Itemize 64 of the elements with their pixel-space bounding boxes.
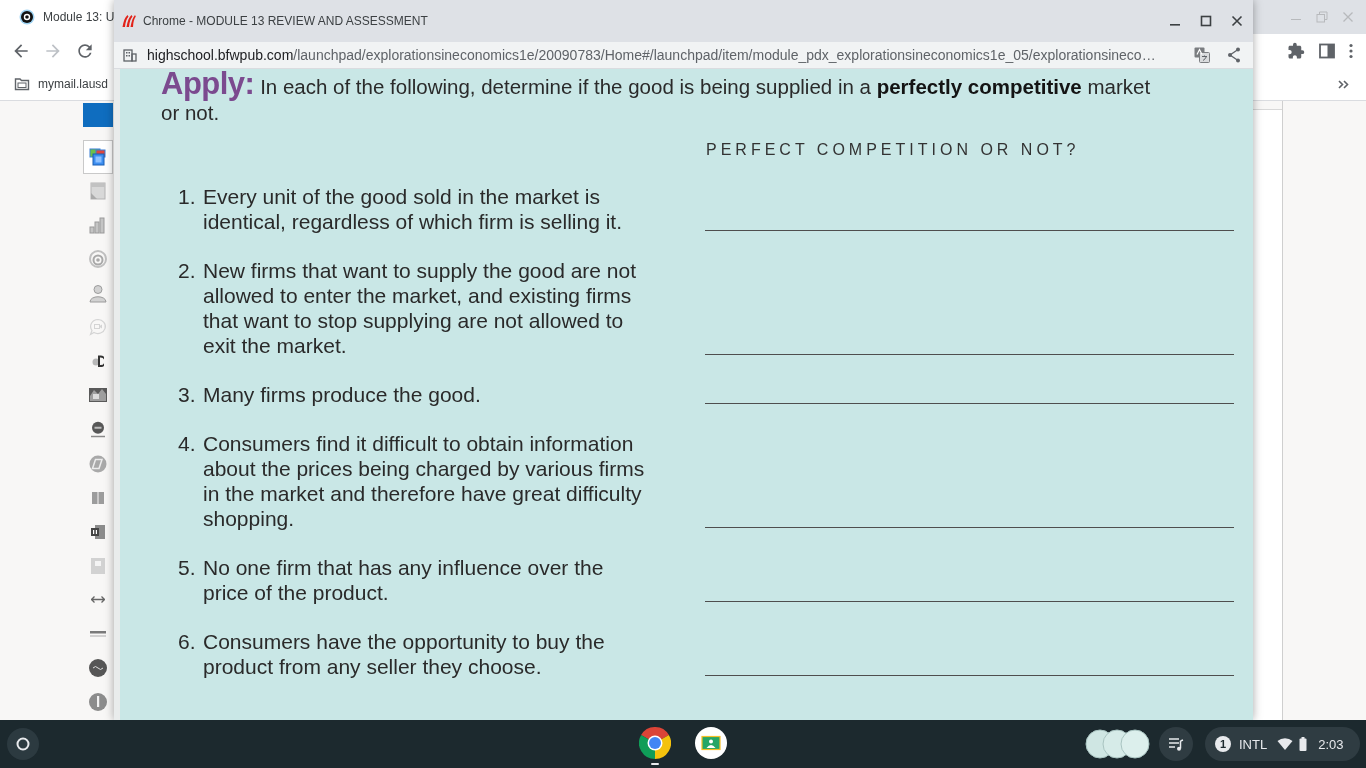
media-controls-button[interactable] <box>1159 727 1193 761</box>
url-text: highschool.bfwpub.com/launchpad/explorationsineconomics1e/20090783/Home#/launchpad/item/module_pdx_explorationsineconomics1e_05/explorationsineco… <box>147 47 1156 63</box>
question-text: New firms that want to supply the good are not allowed to enter the market, and existing firms that want to stop supplying are not allowed to exit the market. <box>203 258 638 358</box>
item-number: 1. <box>178 184 197 209</box>
document-icon <box>88 180 108 201</box>
battery-icon <box>1299 737 1308 751</box>
maximize-icon[interactable] <box>1200 15 1212 27</box>
image-icon <box>88 387 108 404</box>
item-number: 4. <box>178 431 197 456</box>
translate-icon[interactable] <box>1194 47 1210 63</box>
classroom-logo-icon <box>695 727 727 759</box>
question-text: Consumers have the opportunity to buy the product from any seller they choose. <box>203 629 606 679</box>
building-icon <box>123 48 137 62</box>
item-number: 6. <box>178 629 197 654</box>
notification-count: 1 <box>1215 736 1231 752</box>
chat-bubble-icon <box>88 317 108 338</box>
answer-column-heading: PERFECT COMPETITION OR NOT? <box>705 140 1081 160</box>
item-number: 5. <box>178 555 197 580</box>
item-number: 3. <box>178 382 197 407</box>
input-method-label: INTL <box>1239 736 1268 752</box>
book-icon <box>92 491 104 504</box>
question-text: No one firm that has any influence over the price of the product. <box>203 555 605 605</box>
launcher-button[interactable] <box>7 728 39 760</box>
swirl-icon <box>88 453 108 474</box>
circle-icon <box>16 737 30 751</box>
puzzle-icon[interactable] <box>1287 42 1305 60</box>
logo-icon <box>122 14 136 28</box>
bookmark-link[interactable]: mymail.lausd <box>14 76 109 92</box>
item-number: 2. <box>178 258 197 283</box>
wordmark-icon <box>90 631 106 638</box>
thumbnail-stack-icon[interactable] <box>1085 729 1150 759</box>
clock-time: 2:03 <box>1318 736 1344 752</box>
close-icon[interactable] <box>1231 15 1243 27</box>
badge-icon <box>90 421 106 438</box>
wifi-icon <box>1277 737 1294 751</box>
circle-icon <box>89 693 107 712</box>
music-queue-icon <box>1168 736 1184 752</box>
question-text: Consumers find it difficult to obtain information about the prices being charged by various firms in the market and therefore have great difficulty shopping. <box>203 431 646 531</box>
tile-icon <box>91 557 105 574</box>
share-icon[interactable] <box>1227 47 1241 63</box>
chrome-logo-icon <box>639 727 671 759</box>
folder-icon <box>14 76 30 92</box>
browser-tab[interactable]: Module 13: U <box>0 0 114 34</box>
round-logo-icon <box>19 9 35 25</box>
question-text: Many firms produce the good. <box>203 382 482 407</box>
instructions-text: Apply: In each of the following, determine if the good is being supplied in a perfectly competitive market or not. <box>161 71 1152 126</box>
window-title: Chrome - MODULE 13 REVIEW AND ASSESSMENT <box>143 14 428 28</box>
reload-icon[interactable] <box>75 41 95 61</box>
notebook-icon <box>91 524 105 539</box>
status-area[interactable]: 1 INTL 2:03 <box>1205 727 1360 761</box>
panel-header <box>83 103 113 127</box>
person-icon <box>88 283 108 304</box>
ring-icon <box>88 249 108 269</box>
side-panel-icon[interactable] <box>1318 42 1336 60</box>
address-bar[interactable]: highschool.bfwpub.com/launchpad/explorationsineconomics1e/20090783/Home#/launchpad/item/module_pdx_explorationsineconomics1e_05/explorationsineco… <box>114 42 1253 69</box>
double-arrow-icon <box>91 596 105 604</box>
dark-circle-icon <box>89 659 107 678</box>
running-indicator-icon <box>651 763 659 765</box>
windows-icon <box>88 146 108 167</box>
chevrons-right-icon[interactable] <box>1338 79 1349 89</box>
question-text: Every unit of the good sold in the market is identical, regardless of which firm is selling it. <box>203 184 623 234</box>
more-menu-icon[interactable] <box>1349 43 1353 59</box>
bar-chart-icon <box>88 214 108 235</box>
circles-icon <box>92 355 104 368</box>
